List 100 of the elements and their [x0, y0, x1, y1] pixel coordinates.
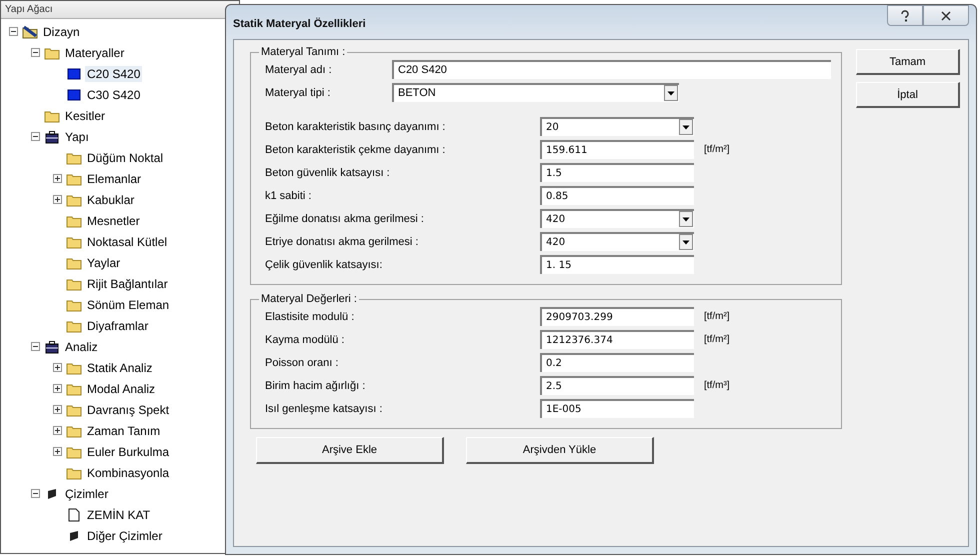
- square-icon: [66, 88, 82, 102]
- text-field[interactable]: 2909703.299: [540, 307, 694, 326]
- tree-item[interactable]: Düğüm Noktal: [85, 150, 166, 166]
- folder-icon: [66, 424, 82, 438]
- unit-label: [tf/m²]: [704, 311, 730, 322]
- folder-icon: [66, 466, 82, 480]
- unit-label: [tf/m²]: [704, 144, 730, 155]
- folder-icon: [66, 402, 82, 416]
- folder-icon: [66, 360, 82, 374]
- expand-icon[interactable]: [53, 384, 62, 393]
- tree-item[interactable]: Yaylar: [85, 254, 122, 270]
- folder-icon: [66, 318, 82, 332]
- expand-icon[interactable]: [53, 426, 62, 435]
- field-label: k1 sabiti :: [265, 190, 312, 202]
- expand-icon[interactable]: [53, 447, 62, 456]
- tree-item[interactable]: Çizimler: [63, 486, 110, 502]
- folder-icon: [66, 214, 82, 228]
- text-field[interactable]: 1.5: [540, 163, 694, 182]
- tree-item[interactable]: Analiz: [63, 338, 100, 354]
- tree-item[interactable]: Elemanlar: [85, 170, 144, 186]
- tree-item[interactable]: C30 S420: [85, 86, 142, 102]
- field-label: Birim hacim ağırlığı :: [265, 380, 366, 392]
- tree-item[interactable]: Kabuklar: [85, 192, 136, 208]
- text-field[interactable]: 2.5: [540, 376, 694, 395]
- expand-icon[interactable]: [53, 405, 62, 414]
- tree-item[interactable]: Davranış Spekt: [85, 402, 172, 418]
- tree-item[interactable]: Noktasal Kütlel: [85, 234, 170, 250]
- tree-item[interactable]: Diyaframlar: [85, 318, 150, 334]
- unit-label: [tf/m³]: [704, 380, 730, 391]
- folder-icon: [66, 444, 82, 458]
- dropdown[interactable]: 420: [540, 209, 694, 228]
- folder-icon: [66, 298, 82, 312]
- cancel-button[interactable]: İptal: [856, 82, 960, 108]
- text-field[interactable]: 0.85: [540, 186, 694, 205]
- text-field[interactable]: 1. 15: [540, 255, 694, 274]
- panel-title: Yapı Ağacı: [1, 1, 239, 19]
- briefcase-icon: [44, 340, 60, 354]
- text-field[interactable]: 1E-005: [540, 399, 694, 418]
- tree-item[interactable]: Dizayn: [41, 24, 82, 40]
- caret-icon: [679, 119, 693, 135]
- collapse-icon[interactable]: [31, 132, 40, 141]
- briefcase-icon: [44, 130, 60, 144]
- expand-icon[interactable]: [53, 363, 62, 372]
- text-field[interactable]: 159.611: [540, 140, 694, 159]
- collapse-icon[interactable]: [31, 48, 40, 57]
- caret-icon: [679, 234, 693, 250]
- tree-item[interactable]: Materyaller: [63, 44, 126, 60]
- field-label: Çelik güvenlik katsayısı:: [265, 258, 384, 270]
- field-label: Materyal adı :: [265, 64, 333, 76]
- archive-button[interactable]: Arşive Ekle: [256, 437, 444, 464]
- square-icon: [66, 66, 82, 80]
- folder-icon: [66, 256, 82, 270]
- folder-icon: [66, 234, 82, 248]
- tree-item[interactable]: Kombinasyonla: [85, 464, 172, 480]
- tree-item[interactable]: Rijit Bağlantılar: [85, 276, 170, 292]
- help-button[interactable]: [887, 5, 923, 26]
- collapse-icon[interactable]: [31, 342, 40, 351]
- expand-icon[interactable]: [53, 174, 62, 183]
- folder-icon: [66, 172, 82, 186]
- field-label: Elastisite modulü :: [265, 310, 356, 322]
- group-title: Materyal Değerleri :: [260, 293, 358, 305]
- tree-item[interactable]: Sönüm Eleman: [85, 296, 172, 312]
- tree-item[interactable]: Diğer Çizimler: [85, 528, 164, 544]
- close-button[interactable]: [923, 5, 969, 26]
- field-label: Beton güvenlik katsayısı :: [265, 166, 391, 178]
- field-label: Isıl genleşme katsayısı :: [265, 402, 384, 414]
- caret-icon: [664, 85, 678, 101]
- tree-item[interactable]: Statik Analiz: [85, 360, 154, 376]
- document-icon: [66, 508, 82, 522]
- unit-label: [tf/m²]: [704, 334, 730, 345]
- field-label: Etriye donatısı akma gerilmesi :: [265, 236, 420, 248]
- help-icon: [900, 10, 910, 22]
- tree-item[interactable]: ZEMİN KAT: [85, 506, 152, 522]
- field-label: Kayma modülü :: [265, 334, 346, 346]
- collapse-icon[interactable]: [9, 27, 18, 36]
- dropdown[interactable]: BETON: [392, 83, 679, 102]
- tree-item[interactable]: Mesnetler: [85, 212, 142, 228]
- folder-icon: [66, 150, 82, 164]
- folder-icon: [66, 382, 82, 396]
- field-label: Poisson oranı :: [265, 356, 340, 368]
- field-label: Beton karakteristik çekme dayanımı :: [265, 144, 446, 156]
- field-label: Beton karakteristik basınç dayanımı :: [265, 120, 446, 132]
- tree-item[interactable]: Yapı: [63, 128, 91, 144]
- dropdown[interactable]: 20: [540, 117, 694, 136]
- text-field[interactable]: 0.2: [540, 353, 694, 372]
- tree-item[interactable]: Zaman Tanım: [85, 422, 162, 438]
- archive-button[interactable]: Arşivden Yükle: [466, 437, 654, 464]
- group-title: Materyal Tanımı :: [260, 46, 346, 58]
- text-field[interactable]: 1212376.374: [540, 330, 694, 349]
- ruler-folder-icon: [22, 24, 38, 38]
- tree-item[interactable]: Kesitler: [63, 108, 108, 124]
- expand-icon[interactable]: [53, 195, 62, 204]
- text-field[interactable]: C20 S420: [392, 60, 831, 79]
- tree-item[interactable]: C20 S420: [85, 66, 142, 82]
- folder-icon: [66, 192, 82, 206]
- collapse-icon[interactable]: [31, 489, 40, 498]
- tree-item[interactable]: Euler Burkulma: [85, 444, 172, 460]
- tree-item[interactable]: Modal Analiz: [85, 380, 158, 396]
- dropdown[interactable]: 420: [540, 232, 694, 251]
- ok-button[interactable]: Tamam: [856, 49, 960, 75]
